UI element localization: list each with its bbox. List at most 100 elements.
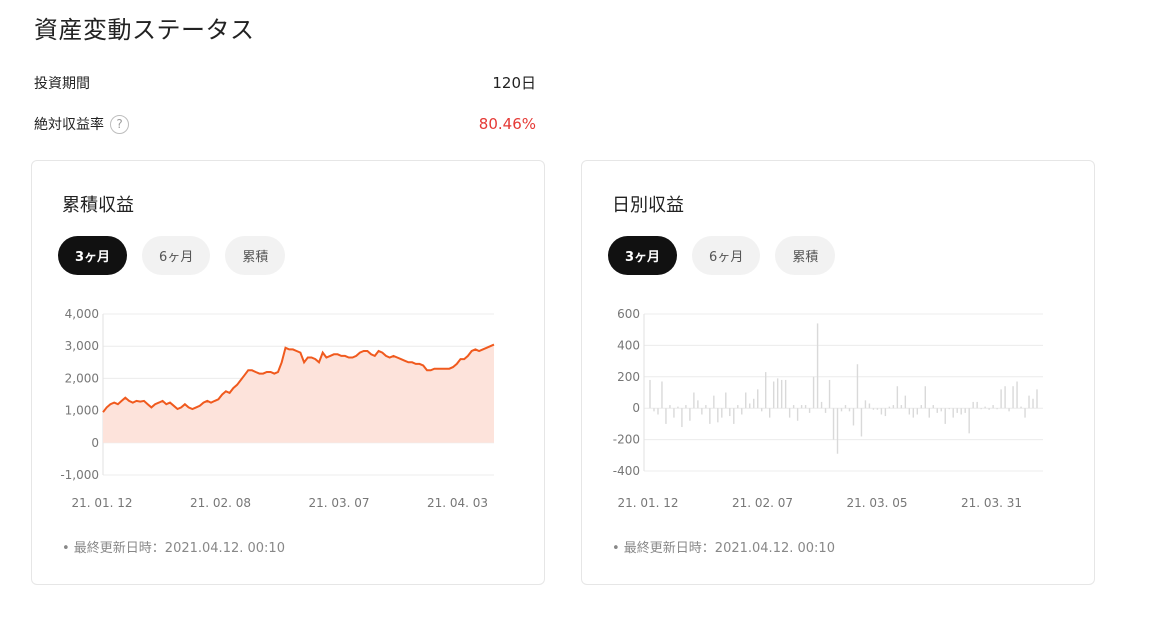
daily-return-bar (733, 408, 735, 424)
daily-return-bar (988, 408, 990, 410)
daily-return-bar (649, 379, 651, 409)
daily-return-bar (788, 408, 791, 418)
daily-return-bar (721, 408, 723, 418)
daily-return-bar (956, 408, 958, 413)
y-tick-label: 0 (91, 436, 99, 450)
daily-return-bar (713, 395, 715, 409)
help-icon[interactable]: ? (110, 114, 129, 134)
daily-return-bar (653, 408, 655, 412)
daily-return-bar (912, 408, 915, 418)
daily-return-bar (657, 408, 659, 415)
daily-return-bar (928, 408, 930, 418)
daily-return-bar (1012, 386, 1014, 409)
daily-return-bar (669, 405, 671, 409)
period-tabs: 3ヶ月 6ヶ月 累積 (608, 236, 836, 275)
daily-return-bar (984, 406, 986, 409)
daily-return-bar (836, 408, 839, 454)
daily-return-bar (876, 408, 879, 410)
daily-return-bar (960, 408, 962, 415)
y-tick-label: 2,000 (65, 371, 99, 385)
daily-return-bar (693, 392, 695, 409)
daily-return-bar (972, 401, 974, 409)
daily-return-bar (1032, 398, 1034, 409)
daily-return-bar (824, 408, 827, 413)
daily-return-card: 日別収益 3ヶ月 6ヶ月 累積 600 400 200 0 -200 -400 21. 01… (581, 160, 1095, 585)
card-title: 日別収益 (612, 195, 684, 216)
absolute-return-row: 絶対収益率 ? 80.46% (34, 114, 536, 134)
tab-6-months[interactable]: 6ヶ月 (142, 236, 211, 275)
daily-return-bar (864, 400, 867, 409)
y-tick-label: -200 (613, 433, 640, 447)
x-tick-label: 21. 03. 05 (846, 496, 907, 510)
daily-return-bar (725, 392, 727, 409)
daily-return-bar (868, 403, 871, 409)
daily-return-bar (996, 408, 998, 410)
daily-return-bar (992, 405, 994, 409)
daily-return-bar (828, 379, 831, 409)
daily-return-bar (920, 405, 922, 409)
daily-return-bar (689, 408, 691, 421)
daily-return-bar (872, 408, 875, 410)
daily-return-bar (761, 408, 763, 412)
daily-return-bar (784, 379, 787, 409)
x-tick-label: 21. 03. 31 (961, 496, 1022, 510)
daily-return-bar (705, 405, 707, 409)
daily-return-bar (745, 392, 747, 409)
daily-return-bar (677, 406, 679, 409)
daily-return-bar (808, 408, 811, 413)
y-tick-label: 3,000 (65, 339, 99, 353)
y-tick-label: 400 (617, 338, 640, 352)
daily-return-bar (1000, 389, 1002, 409)
daily-return-bar (932, 405, 934, 409)
x-tick-label: 21. 04. 03 (427, 496, 488, 510)
daily-return-bar (701, 408, 703, 415)
daily-return-bar (924, 386, 926, 409)
y-tick-label: 600 (617, 307, 640, 321)
daily-return-bar (665, 408, 667, 424)
daily-return-bar (757, 389, 759, 409)
daily-return-bar (968, 408, 970, 434)
daily-return-bar (832, 408, 835, 440)
daily-return-bar (856, 364, 859, 409)
daily-return-bar (685, 405, 687, 409)
x-tick-label: 21. 01. 12 (617, 496, 678, 510)
daily-return-bar (673, 408, 675, 418)
daily-return-bar (840, 408, 843, 412)
area-fill (103, 344, 494, 443)
absolute-return-value: 80.46% (478, 115, 536, 133)
daily-return-bar (844, 405, 847, 409)
daily-return-bar (952, 408, 954, 418)
x-tick-label: 21. 02. 08 (190, 496, 251, 510)
daily-return-bar (1016, 381, 1018, 409)
daily-return-bar (916, 408, 919, 415)
daily-return-bar (741, 408, 743, 415)
daily-return-bar (820, 401, 823, 409)
daily-return-bar (697, 400, 699, 409)
daily-return-bar (780, 379, 783, 409)
tab-3-months[interactable]: 3ヶ月 (608, 236, 678, 275)
daily-return-bar (976, 401, 978, 409)
daily-return-bar (940, 408, 942, 412)
daily-return-bar (765, 372, 767, 409)
daily-return-bar (800, 405, 803, 409)
y-tick-label: 0 (632, 401, 640, 415)
daily-return-bar (749, 403, 751, 409)
tab-3-months[interactable]: 3ヶ月 (58, 236, 128, 275)
y-tick-label: 200 (617, 370, 640, 384)
daily-return-bar (661, 381, 663, 409)
daily-return-bar (768, 408, 771, 418)
daily-return-bar (816, 323, 819, 409)
tab-cumulative[interactable]: 累積 (225, 236, 286, 275)
daily-return-bar (792, 405, 795, 409)
tab-cumulative[interactable]: 累積 (775, 236, 836, 275)
y-tick-label: -400 (613, 464, 640, 478)
daily-return-bar (1008, 408, 1010, 412)
daily-return-bar (880, 408, 883, 415)
x-tick-label: 21. 01. 12 (71, 496, 132, 510)
tab-6-months[interactable]: 6ヶ月 (692, 236, 761, 275)
daily-return-bar (717, 408, 719, 423)
period-tabs: 3ヶ月 6ヶ月 累積 (58, 236, 286, 275)
daily-return-bar (737, 405, 739, 409)
last-updated-note: • 最終更新日時：2021.04.12. 00:10 (612, 541, 835, 556)
daily-return-bar (892, 405, 895, 409)
